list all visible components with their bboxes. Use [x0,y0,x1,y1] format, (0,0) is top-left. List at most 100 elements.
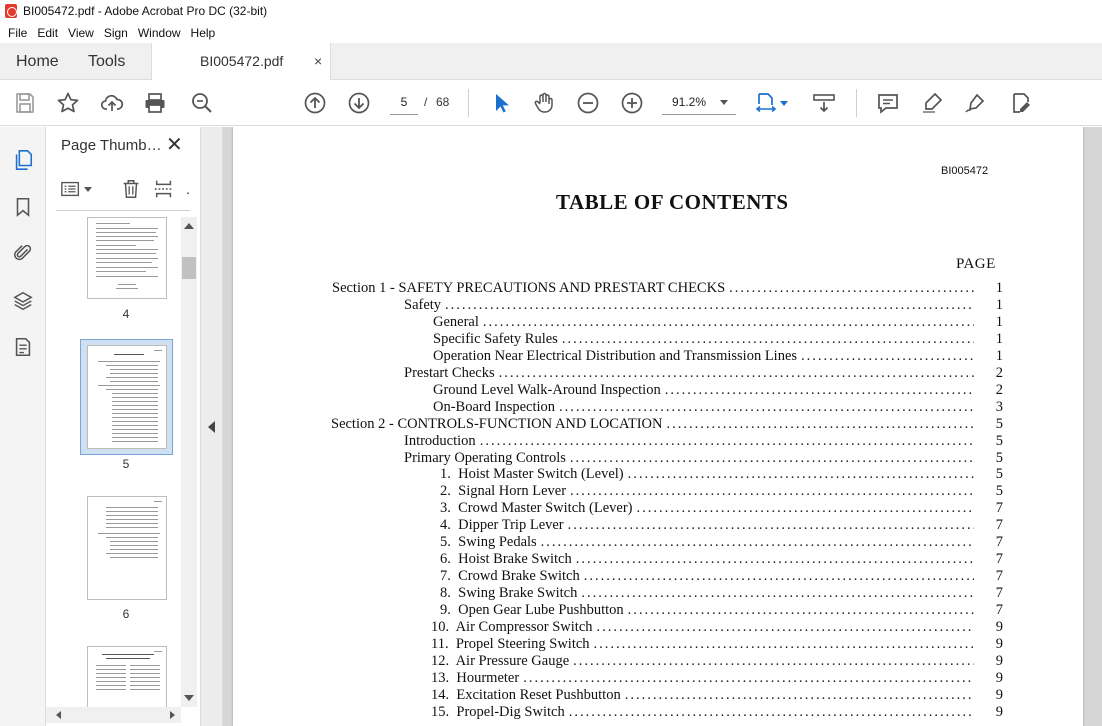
toc-leader-dots [666,416,974,433]
tab-home[interactable]: Home [16,43,59,80]
toc-entry[interactable]: 11. Propel Steering Switch [431,636,978,653]
bookmark-icon [16,197,30,217]
cloud-upload-icon [100,94,124,111]
upload-button[interactable] [99,90,125,116]
toc-entry[interactable]: 13. Hourmeter [431,670,978,687]
toc-leader-dots [576,551,974,568]
scroll-up-icon[interactable] [184,223,194,229]
thumbnail-options-button[interactable] [60,178,92,200]
page-count: 68 [436,95,450,109]
toc-entry[interactable]: 9. Open Gear Lube Pushbutton [440,602,978,619]
close-panel-button[interactable]: ✕ [166,135,183,155]
thumbnail-page-6[interactable] [87,496,167,600]
toc-entry[interactable]: Ground Level Walk-Around Inspection [433,382,978,399]
toc-entry[interactable]: 12. Air Pressure Gauge [431,653,978,670]
menu-edit[interactable]: Edit [32,26,63,40]
toc-entry[interactable]: Section 2 - CONTROLS-FUNCTION AND LOCATI… [331,416,978,433]
toc-leader-dots [483,314,974,331]
scrollbar-thumb[interactable] [182,257,196,279]
scroll-mode-button[interactable] [811,90,837,116]
thumbnails-horizontal-scrollbar[interactable] [46,707,181,723]
thumbnail-page-7[interactable] [87,646,167,708]
page-fit-button[interactable] [753,90,779,116]
find-button[interactable] [189,90,215,116]
toc-entry-label: 6. Hoist Brake Switch [440,551,572,567]
scroll-right-icon[interactable] [170,711,175,719]
toc-leader-dots [480,433,974,450]
print-button[interactable] [142,90,168,116]
toc-entry[interactable]: Operation Near Electrical Distribution a… [433,348,978,365]
select-tool-button[interactable] [488,90,514,116]
scroll-down-icon[interactable] [184,695,194,701]
tab-document[interactable]: BI005472.pdf × [151,43,331,81]
next-page-button[interactable] [346,90,372,116]
toc-entry[interactable]: 5. Swing Pedals [440,534,978,551]
thumbnails-vertical-scrollbar[interactable] [181,217,197,707]
toc-entry[interactable]: 2. Signal Horn Lever [440,483,978,500]
page-number-input[interactable]: 5 [390,91,418,115]
extract-page-button[interactable] [153,178,175,200]
collapse-panel-button[interactable] [201,127,223,726]
toc-entry[interactable]: 3. Crowd Master Switch (Lever) [440,500,978,517]
more-tools-icon[interactable]: . [186,178,190,200]
toc-entry[interactable]: On-Board Inspection [433,399,978,416]
highlight-button[interactable] [919,90,945,116]
toc-entry[interactable]: 7. Crowd Brake Switch [440,568,978,585]
bookmarks-button[interactable] [11,195,35,219]
pen-sign-icon [965,93,985,113]
toc-leader-dots [570,450,974,467]
menu-bar: File Edit View Sign Window Help [0,22,1102,43]
save-button[interactable] [12,90,38,116]
toc-entry[interactable]: General [433,314,978,331]
zoom-select[interactable]: 91.2% [662,91,736,115]
edit-pdf-button[interactable] [1008,90,1034,116]
page-fit-dropdown[interactable] [778,90,790,116]
scroll-left-icon[interactable] [56,711,61,719]
toc-page-number: 9 [995,636,1003,652]
toc-entry[interactable]: Specific Safety Rules [433,331,978,348]
content-button[interactable] [11,335,35,359]
toc-entry-label: On-Board Inspection [433,399,556,415]
close-tab-button[interactable]: × [314,54,326,68]
toc-entry[interactable]: Prestart Checks [404,365,978,382]
menu-help[interactable]: Help [186,26,221,40]
hand-tool-button[interactable] [531,90,557,116]
toc-entry[interactable]: Safety [404,297,978,314]
toc-entry-label: 12. Air Pressure Gauge [431,653,570,669]
menu-view[interactable]: View [63,26,99,40]
toc-leader-dots [665,382,974,399]
delete-page-button[interactable] [120,178,142,200]
thumbnail-page-5[interactable] [87,345,167,449]
toc-entry[interactable]: 8. Swing Brake Switch [440,585,978,602]
star-icon [57,92,79,113]
toc-leader-dots [499,365,974,382]
layers-button[interactable] [11,289,35,313]
comment-button[interactable] [875,90,901,116]
menu-sign[interactable]: Sign [99,26,133,40]
attachments-button[interactable] [11,241,35,265]
menu-file[interactable]: File [3,26,32,40]
zoom-out-button[interactable] [575,90,601,116]
toc-entry[interactable]: Primary Operating Controls [404,450,978,467]
sign-button[interactable] [962,90,988,116]
toc-entry[interactable]: Introduction [404,433,978,450]
toc-entry[interactable]: 6. Hoist Brake Switch [440,551,978,568]
toc-entry[interactable]: 14. Excitation Reset Pushbutton [431,687,978,704]
toc-entry-label: 14. Excitation Reset Pushbutton [431,687,621,703]
edit-document-icon [1013,93,1030,113]
toc-entry[interactable]: 4. Dipper Trip Lever [440,517,978,534]
bookmark-star-button[interactable] [55,90,81,116]
previous-page-button[interactable] [302,90,328,116]
toc-entry[interactable]: 15. Propel-Dig Switch [431,704,978,721]
fit-page-icon [755,93,777,113]
menu-window[interactable]: Window [133,26,186,40]
document-viewport[interactable]: BI005472 TABLE OF CONTENTS PAGE Section … [223,127,1102,726]
tab-tools[interactable]: Tools [88,43,125,80]
thumbnail-page-4[interactable] [87,217,167,299]
zoom-in-button[interactable] [619,90,645,116]
toc-entry[interactable]: 1. Hoist Master Switch (Level) [440,466,978,483]
toc-entry[interactable]: 10. Air Compressor Switch [431,619,978,636]
page-thumbnails-button[interactable] [11,148,35,172]
toc-leader-dots [594,636,974,653]
toc-entry[interactable]: Section 1 - SAFETY PRECAUTIONS AND PREST… [332,280,978,297]
